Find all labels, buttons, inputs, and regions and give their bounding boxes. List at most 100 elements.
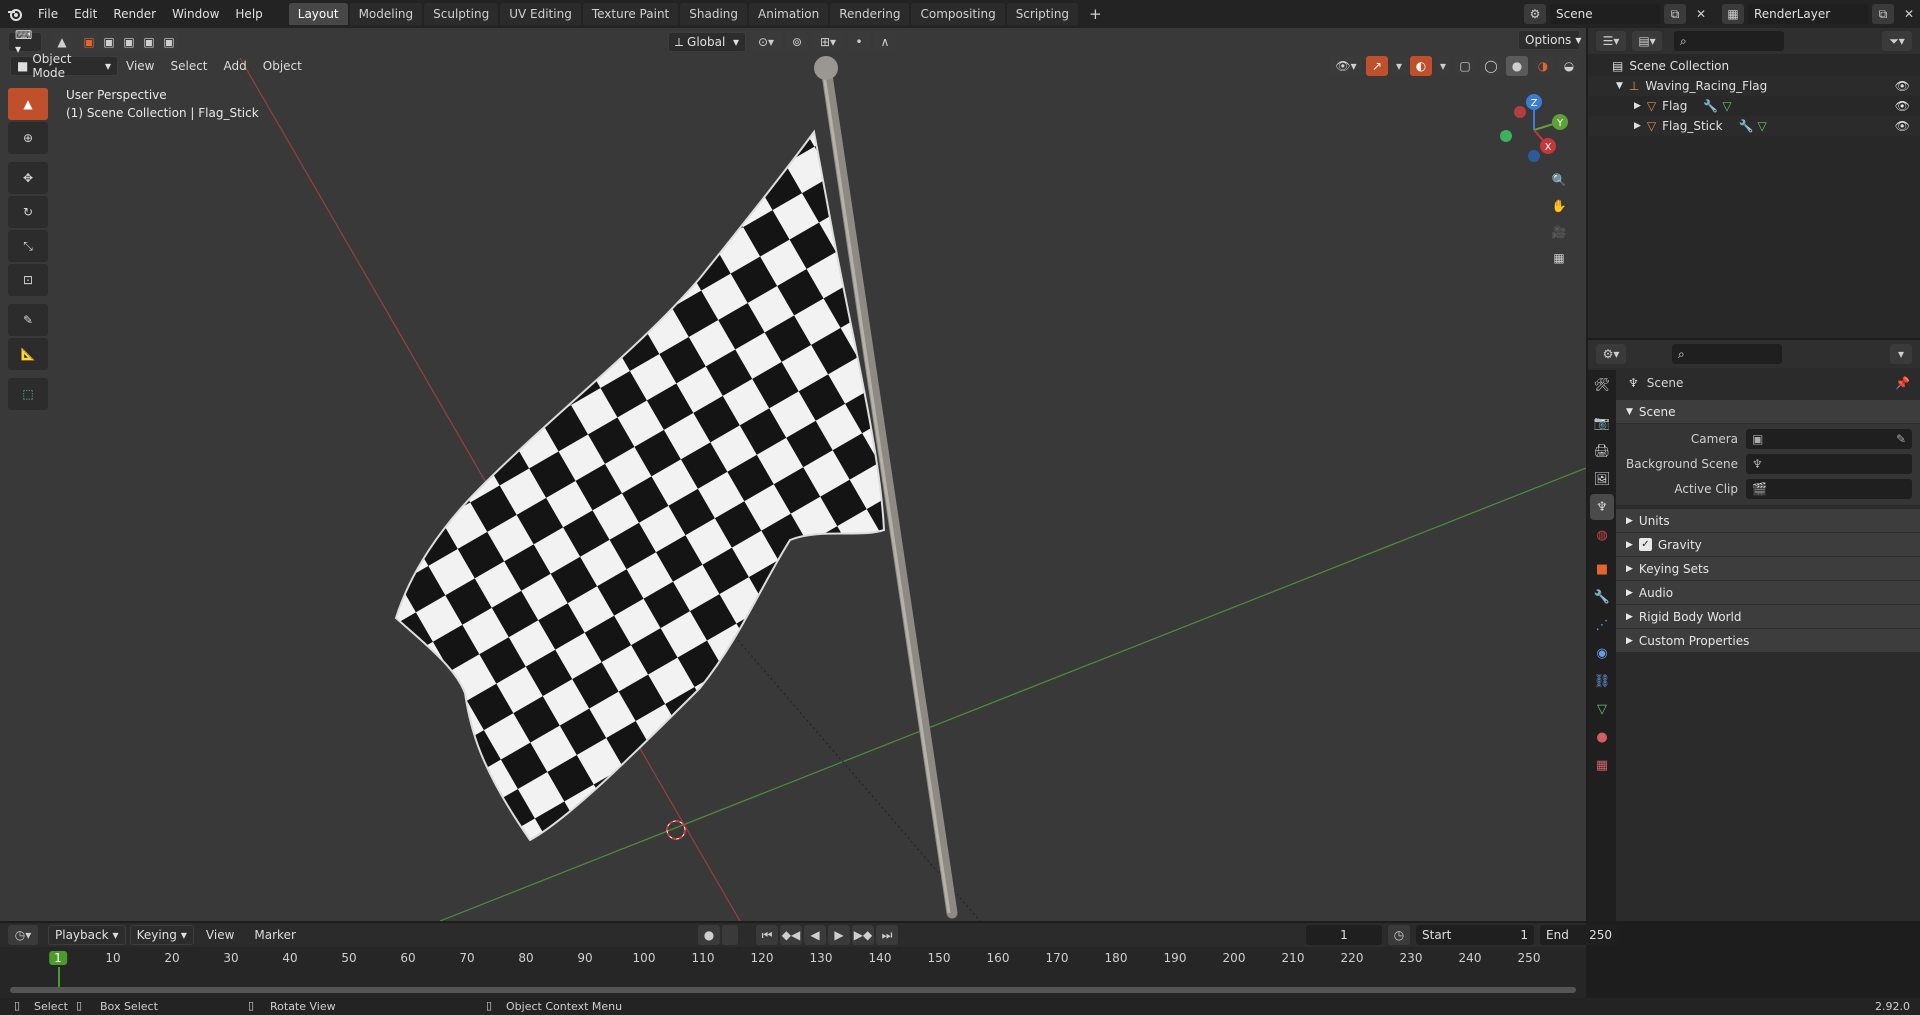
material-tab-icon[interactable]: ● bbox=[1590, 724, 1614, 750]
eye-icon[interactable]: 👁 bbox=[1895, 119, 1910, 133]
output-tab-icon[interactable]: 🖨 bbox=[1590, 438, 1614, 464]
record-keyframe-icon[interactable]: ● bbox=[698, 925, 720, 945]
blender-logo-icon[interactable] bbox=[0, 0, 30, 28]
active-clip-field[interactable]: 🎬 bbox=[1746, 478, 1912, 499]
object-tab-icon[interactable]: ■ bbox=[1590, 556, 1614, 582]
visibility-eye-icon[interactable]: 👁▾ bbox=[1330, 56, 1362, 76]
3d-viewport[interactable]: ⌨ ▾ ▲ ▣ ▣ ▣ ▣ ▣ ■ Object Mode ▾ View Sel… bbox=[0, 28, 1586, 921]
delete-scene-icon[interactable]: ✕ bbox=[1690, 4, 1712, 24]
scale-tool[interactable]: ⤡ bbox=[8, 230, 48, 262]
timeline-scrollbar[interactable] bbox=[10, 987, 1576, 993]
preview-range-icon[interactable]: ◷ bbox=[1388, 925, 1410, 945]
tab-shading[interactable]: Shading bbox=[680, 3, 747, 25]
gravity-panel-header[interactable]: ▶ ✓ Gravity bbox=[1616, 533, 1920, 557]
play-reverse-icon[interactable]: ◀ bbox=[804, 925, 826, 945]
measure-tool[interactable]: 📐 bbox=[8, 338, 48, 370]
play-icon[interactable]: ▶ bbox=[828, 925, 850, 945]
viewport-menu-add[interactable]: Add bbox=[216, 56, 255, 76]
viewport-menu-object[interactable]: Object bbox=[255, 56, 310, 76]
start-frame-field[interactable]: Start 1 bbox=[1416, 925, 1534, 945]
particles-tab-icon[interactable]: ⋰ bbox=[1590, 612, 1614, 638]
wireframe-shading-icon[interactable]: ◯ bbox=[1480, 56, 1502, 76]
move-tool[interactable]: ✥ bbox=[8, 162, 48, 194]
custom-properties-panel-header[interactable]: ▶ Custom Properties bbox=[1616, 629, 1920, 653]
annotate-tool[interactable]: ✎ bbox=[8, 304, 48, 336]
expand-arrow-icon[interactable]: ▶ bbox=[1634, 121, 1641, 131]
view-layer-tab-icon[interactable]: 🖼 bbox=[1590, 466, 1614, 492]
tab-layout[interactable]: Layout bbox=[288, 3, 348, 25]
add-workspace-button[interactable]: + bbox=[1080, 3, 1111, 25]
select-intersect-icon[interactable]: ▣ bbox=[160, 32, 178, 52]
overlay-dropdown-icon[interactable]: ▾ bbox=[1436, 56, 1450, 76]
editor-type-dropdown[interactable]: ⌨ ▾ bbox=[8, 28, 42, 56]
scene-tab-icon[interactable]: ♆ bbox=[1590, 494, 1614, 520]
select-new-icon[interactable]: ▣ bbox=[80, 32, 98, 52]
scene-panel-header[interactable]: ▼ Scene bbox=[1616, 400, 1920, 424]
keying-dropdown[interactable]: Keying ▾ bbox=[129, 925, 194, 945]
audio-panel-header[interactable]: ▶ Audio bbox=[1616, 581, 1920, 605]
background-scene-field[interactable]: ♆ bbox=[1746, 453, 1912, 474]
world-tab-icon[interactable]: ◍ bbox=[1590, 522, 1614, 548]
tab-compositing[interactable]: Compositing bbox=[911, 3, 1005, 25]
rendered-shading-icon[interactable]: ◒ bbox=[1558, 56, 1580, 76]
viewlayer-name-field[interactable]: RenderLayer bbox=[1748, 4, 1868, 24]
playhead-line[interactable] bbox=[58, 967, 60, 989]
jump-start-icon[interactable]: ⏮ bbox=[756, 925, 778, 945]
eyedropper-icon[interactable]: ✎ bbox=[1896, 432, 1906, 446]
solid-shading-icon[interactable]: ● bbox=[1506, 56, 1528, 76]
expand-arrow-icon[interactable]: ▶ bbox=[1634, 101, 1641, 111]
keying-sets-panel-header[interactable]: ▶ Keying Sets bbox=[1616, 557, 1920, 581]
select-tool-icon[interactable]: ▲ bbox=[52, 32, 72, 52]
menu-file[interactable]: File bbox=[30, 0, 66, 28]
gravity-checkbox[interactable]: ✓ bbox=[1638, 538, 1652, 551]
new-scene-icon[interactable]: ⧉ bbox=[1664, 4, 1686, 24]
tab-rendering[interactable]: Rendering bbox=[830, 3, 910, 25]
rotate-tool[interactable]: ↻ bbox=[8, 196, 48, 228]
timeline-editor-type-icon[interactable]: ◷▾ bbox=[8, 925, 38, 945]
tool-tab-icon[interactable]: 🛠 bbox=[1590, 372, 1614, 398]
gizmo-toggle-icon[interactable]: ↗ bbox=[1366, 56, 1388, 76]
select-extend-icon[interactable]: ▣ bbox=[100, 32, 118, 52]
select-box-tool[interactable]: ▲ bbox=[8, 88, 48, 120]
timeline-menu-marker[interactable]: Marker bbox=[246, 925, 303, 945]
ortho-toggle-icon[interactable]: ▦ bbox=[1548, 248, 1570, 268]
eye-icon[interactable]: 👁 bbox=[1895, 99, 1910, 113]
current-frame-field[interactable]: 1 bbox=[1306, 925, 1382, 945]
playback-dropdown[interactable]: Playback ▾ bbox=[48, 925, 126, 945]
constraints-tab-icon[interactable]: ⛓ bbox=[1590, 668, 1614, 694]
proportional-edit-icon[interactable]: • bbox=[848, 32, 870, 52]
delete-viewlayer-icon[interactable]: ✕ bbox=[1898, 4, 1920, 24]
properties-editor-type-icon[interactable]: ⚙▾ bbox=[1596, 344, 1626, 364]
tab-animation[interactable]: Animation bbox=[749, 3, 829, 25]
data-tab-icon[interactable]: ▽ bbox=[1590, 696, 1614, 722]
eye-icon[interactable]: 👁 bbox=[1895, 79, 1910, 93]
units-panel-header[interactable]: ▶ Units bbox=[1616, 509, 1920, 533]
camera-field[interactable]: ▣ ✎ bbox=[1746, 428, 1912, 449]
jump-end-icon[interactable]: ⏭ bbox=[876, 925, 898, 945]
scene-name-field[interactable]: Scene bbox=[1550, 4, 1660, 24]
pan-view-icon[interactable]: ✋ bbox=[1548, 196, 1570, 216]
object-mode-dropdown[interactable]: ■ Object Mode ▾ bbox=[10, 52, 118, 80]
select-invert-icon[interactable]: ▣ bbox=[140, 32, 158, 52]
overlay-toggle-icon[interactable]: ◐ bbox=[1410, 56, 1432, 76]
modifier-tab-icon[interactable]: 🔧 bbox=[1590, 584, 1614, 610]
snap-toggle-icon[interactable]: ⊚ bbox=[786, 32, 808, 52]
outliner-row-flag[interactable]: ▶ ▽ Flag 🔧 ▽ 👁 bbox=[1588, 96, 1920, 116]
properties-search-field[interactable]: ⌕ bbox=[1672, 344, 1782, 364]
tab-scripting[interactable]: Scripting bbox=[1006, 3, 1079, 25]
menu-help[interactable]: Help bbox=[227, 0, 270, 28]
cursor-tool[interactable]: ⊕ bbox=[8, 122, 48, 154]
xray-toggle-icon[interactable]: ▢ bbox=[1454, 56, 1476, 76]
prev-keyframe-icon[interactable]: ◆◀ bbox=[780, 925, 802, 945]
navigation-gizmo[interactable]: Z Y X bbox=[1494, 90, 1574, 170]
outliner-row-scene-collection[interactable]: ▤ Scene Collection bbox=[1588, 56, 1920, 76]
transform-orientation-dropdown[interactable]: ⟂ Global ▾ bbox=[668, 32, 746, 52]
viewport-menu-select[interactable]: Select bbox=[162, 56, 215, 76]
gizmo-dropdown-icon[interactable]: ▾ bbox=[1392, 56, 1406, 76]
outliner-editor-type-icon[interactable]: ☰▾ bbox=[1596, 31, 1626, 51]
menu-render[interactable]: Render bbox=[105, 0, 164, 28]
menu-window[interactable]: Window bbox=[164, 0, 227, 28]
render-tab-icon[interactable]: 📷 bbox=[1590, 410, 1614, 436]
outliner-row-flag-stick[interactable]: ▶ ▽ Flag_Stick 🔧 ▽ 👁 bbox=[1588, 116, 1920, 136]
outliner-filter-icon[interactable]: ⏷▾ bbox=[1882, 31, 1912, 51]
